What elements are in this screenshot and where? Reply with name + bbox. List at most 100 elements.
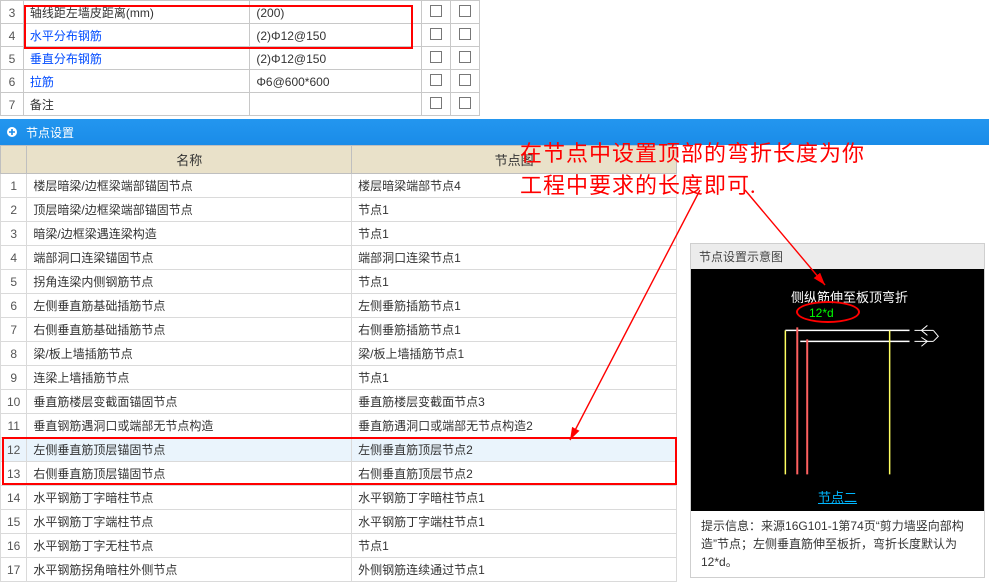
node-image[interactable]: 垂直筋遇洞口或端部无节点构造2 bbox=[352, 414, 677, 438]
node-index: 11 bbox=[1, 414, 27, 438]
row-value[interactable]: (2)Φ12@150 bbox=[250, 24, 421, 47]
rebar-row[interactable]: 3轴线距左墙皮距离(mm)(200) bbox=[1, 1, 480, 24]
node-row[interactable]: 2顶层暗梁/边框梁端部锚固节点节点1 bbox=[1, 198, 677, 222]
node-image[interactable]: 节点1 bbox=[352, 198, 677, 222]
pin-icon[interactable] bbox=[4, 124, 20, 140]
node-row[interactable]: 7右侧垂直筋基础插筋节点右侧垂筋插筋节点1 bbox=[1, 318, 677, 342]
node-index: 4 bbox=[1, 246, 27, 270]
preview-link[interactable]: 节点二 bbox=[691, 487, 984, 506]
node-name[interactable]: 连梁上墙插筋节点 bbox=[27, 366, 352, 390]
rebar-property-table: 3轴线距左墙皮距离(mm)(200)4水平分布钢筋(2)Φ12@1505垂直分布… bbox=[0, 0, 480, 116]
node-row[interactable]: 10垂直筋楼层变截面锚固节点垂直筋楼层变截面节点3 bbox=[1, 390, 677, 414]
node-name[interactable]: 右侧垂直筋基础插筋节点 bbox=[27, 318, 352, 342]
node-name[interactable]: 左侧垂直筋基础插筋节点 bbox=[27, 294, 352, 318]
node-image[interactable]: 端部洞口连梁节点1 bbox=[352, 246, 677, 270]
node-row[interactable]: 15水平钢筋丁字端柱节点水平钢筋丁字端柱节点1 bbox=[1, 510, 677, 534]
row-value[interactable]: (200) bbox=[250, 1, 421, 24]
row-value[interactable]: Φ6@600*600 bbox=[250, 70, 421, 93]
node-row[interactable]: 1楼层暗梁/边框梁端部锚固节点楼层暗梁端部节点4 bbox=[1, 174, 677, 198]
node-row[interactable]: 16水平钢筋丁字无柱节点节点1 bbox=[1, 534, 677, 558]
node-name[interactable]: 水平钢筋丁字暗柱节点 bbox=[27, 486, 352, 510]
node-row[interactable]: 13右侧垂直筋顶层锚固节点右侧垂直筋顶层节点2 bbox=[1, 462, 677, 486]
node-image[interactable]: 右侧垂筋插筋节点1 bbox=[352, 318, 677, 342]
row-label[interactable]: 拉筋 bbox=[23, 70, 250, 93]
row-chk1[interactable] bbox=[421, 47, 450, 70]
row-chk1[interactable] bbox=[421, 93, 450, 116]
col-index bbox=[1, 146, 27, 174]
node-name[interactable]: 暗梁/边框梁遇连梁构造 bbox=[27, 222, 352, 246]
node-index: 14 bbox=[1, 486, 27, 510]
node-index: 15 bbox=[1, 510, 27, 534]
node-row[interactable]: 14水平钢筋丁字暗柱节点水平钢筋丁字暗柱节点1 bbox=[1, 486, 677, 510]
node-index: 10 bbox=[1, 390, 27, 414]
schematic-panel: 节点设置示意图 侧纵筋伸至板顶弯折 12*d 节点二 提示信息：来源16G101… bbox=[690, 243, 985, 578]
schematic-preview: 侧纵筋伸至板顶弯折 12*d 节点二 bbox=[691, 269, 984, 511]
row-value[interactable]: (2)Φ12@150 bbox=[250, 47, 421, 70]
node-image[interactable]: 右侧垂直筋顶层节点2 bbox=[352, 462, 677, 486]
node-name[interactable]: 水平钢筋丁字端柱节点 bbox=[27, 510, 352, 534]
row-chk2[interactable] bbox=[450, 93, 479, 116]
panel-titlebar[interactable]: 节点设置 bbox=[0, 119, 989, 145]
node-row[interactable]: 9连梁上墙插筋节点节点1 bbox=[1, 366, 677, 390]
row-chk2[interactable] bbox=[450, 24, 479, 47]
node-name[interactable]: 拐角连梁内侧钢筋节点 bbox=[27, 270, 352, 294]
row-index: 7 bbox=[1, 93, 24, 116]
node-index: 8 bbox=[1, 342, 27, 366]
node-name[interactable]: 垂直钢筋遇洞口或端部无节点构造 bbox=[27, 414, 352, 438]
row-chk2[interactable] bbox=[450, 1, 479, 24]
row-label[interactable]: 垂直分布钢筋 bbox=[23, 47, 250, 70]
node-index: 6 bbox=[1, 294, 27, 318]
node-index: 2 bbox=[1, 198, 27, 222]
row-label[interactable]: 备注 bbox=[23, 93, 250, 116]
row-label[interactable]: 轴线距左墙皮距离(mm) bbox=[23, 1, 250, 24]
highlight-ellipse bbox=[796, 301, 860, 323]
row-value[interactable] bbox=[250, 93, 421, 116]
row-index: 6 bbox=[1, 70, 24, 93]
node-image[interactable]: 节点1 bbox=[352, 270, 677, 294]
node-image[interactable]: 左侧垂筋插筋节点1 bbox=[352, 294, 677, 318]
node-name[interactable]: 垂直筋楼层变截面锚固节点 bbox=[27, 390, 352, 414]
node-image[interactable]: 垂直筋楼层变截面节点3 bbox=[352, 390, 677, 414]
row-chk2[interactable] bbox=[450, 47, 479, 70]
col-image: 节点图 bbox=[352, 146, 677, 174]
node-index: 13 bbox=[1, 462, 27, 486]
node-name[interactable]: 顶层暗梁/边框梁端部锚固节点 bbox=[27, 198, 352, 222]
node-row[interactable]: 5拐角连梁内侧钢筋节点节点1 bbox=[1, 270, 677, 294]
schematic-header: 节点设置示意图 bbox=[691, 244, 984, 269]
col-name: 名称 bbox=[27, 146, 352, 174]
node-row[interactable]: 3暗梁/边框梁遇连梁构造节点1 bbox=[1, 222, 677, 246]
node-image[interactable]: 节点1 bbox=[352, 366, 677, 390]
node-image[interactable]: 左侧垂直筋顶层节点2 bbox=[352, 438, 677, 462]
node-image[interactable]: 梁/板上墙插筋节点1 bbox=[352, 342, 677, 366]
row-label[interactable]: 水平分布钢筋 bbox=[23, 24, 250, 47]
row-chk1[interactable] bbox=[421, 70, 450, 93]
row-chk1[interactable] bbox=[421, 24, 450, 47]
node-image[interactable]: 节点1 bbox=[352, 222, 677, 246]
rebar-row[interactable]: 4水平分布钢筋(2)Φ12@150 bbox=[1, 24, 480, 47]
node-image[interactable]: 节点1 bbox=[352, 534, 677, 558]
rebar-row[interactable]: 7备注 bbox=[1, 93, 480, 116]
node-name[interactable]: 端部洞口连梁锚固节点 bbox=[27, 246, 352, 270]
node-name[interactable]: 楼层暗梁/边框梁端部锚固节点 bbox=[27, 174, 352, 198]
rebar-row[interactable]: 6拉筋Φ6@600*600 bbox=[1, 70, 480, 93]
row-chk2[interactable] bbox=[450, 70, 479, 93]
node-row[interactable]: 11垂直钢筋遇洞口或端部无节点构造垂直筋遇洞口或端部无节点构造2 bbox=[1, 414, 677, 438]
node-row[interactable]: 6左侧垂直筋基础插筋节点左侧垂筋插筋节点1 bbox=[1, 294, 677, 318]
node-image[interactable]: 水平钢筋丁字端柱节点1 bbox=[352, 510, 677, 534]
node-index: 3 bbox=[1, 222, 27, 246]
node-name[interactable]: 水平钢筋丁字无柱节点 bbox=[27, 534, 352, 558]
row-index: 3 bbox=[1, 1, 24, 24]
node-name[interactable]: 右侧垂直筋顶层锚固节点 bbox=[27, 462, 352, 486]
node-row[interactable]: 12左侧垂直筋顶层锚固节点左侧垂直筋顶层节点2 bbox=[1, 438, 677, 462]
node-row[interactable]: 8梁/板上墙插筋节点梁/板上墙插筋节点1 bbox=[1, 342, 677, 366]
node-index: 16 bbox=[1, 534, 27, 558]
node-index: 5 bbox=[1, 270, 27, 294]
node-image[interactable]: 水平钢筋丁字暗柱节点1 bbox=[352, 486, 677, 510]
node-index: 12 bbox=[1, 438, 27, 462]
row-chk1[interactable] bbox=[421, 1, 450, 24]
rebar-row[interactable]: 5垂直分布钢筋(2)Φ12@150 bbox=[1, 47, 480, 70]
node-row[interactable]: 4端部洞口连梁锚固节点端部洞口连梁节点1 bbox=[1, 246, 677, 270]
node-name[interactable]: 梁/板上墙插筋节点 bbox=[27, 342, 352, 366]
node-name[interactable]: 左侧垂直筋顶层锚固节点 bbox=[27, 438, 352, 462]
node-image[interactable]: 楼层暗梁端部节点4 bbox=[352, 174, 677, 198]
